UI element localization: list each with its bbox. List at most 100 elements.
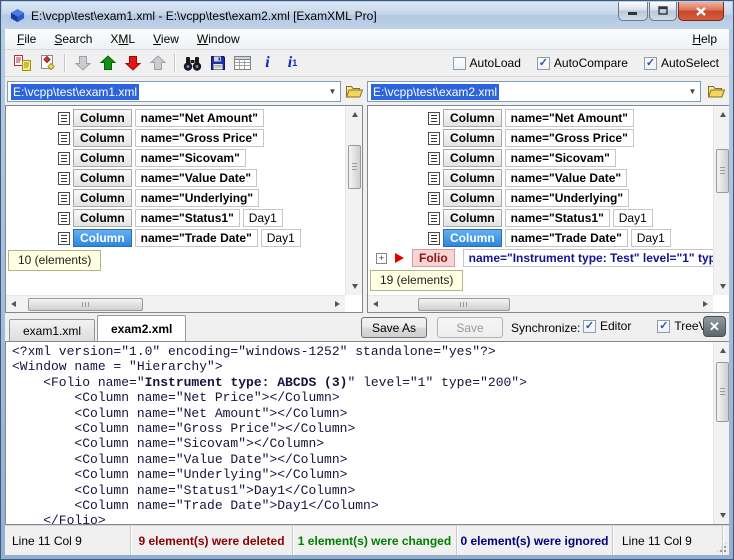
- node-tag[interactable]: Column: [73, 209, 132, 227]
- tree-node[interactable]: Columnname="Underlying": [428, 188, 629, 208]
- tree-node[interactable]: Columnname="Sicovam": [428, 148, 616, 168]
- menu-item-view[interactable]: View: [144, 30, 188, 48]
- right-vertical-scrollbar[interactable]: [713, 106, 729, 295]
- node-tag[interactable]: Column: [73, 149, 132, 167]
- tree-node[interactable]: Columnname="Gross Price": [58, 128, 264, 148]
- tree-node[interactable]: Columnname="Net Amount": [428, 108, 634, 128]
- scroll-down-arrow-icon[interactable]: [715, 279, 729, 294]
- menu-item-help[interactable]: Help: [683, 30, 726, 48]
- tree-node[interactable]: Columnname="Value Date": [58, 168, 257, 188]
- node-tag[interactable]: Column: [73, 189, 132, 207]
- checkbox-box[interactable]: [453, 57, 466, 70]
- report-table-icon[interactable]: [230, 52, 255, 74]
- left-vertical-scrollbar[interactable]: [345, 106, 362, 295]
- node-tag[interactable]: Column: [443, 109, 502, 127]
- scrollbar-thumb[interactable]: [716, 149, 729, 193]
- scroll-up-arrow-icon[interactable]: [347, 107, 362, 122]
- tree-node[interactable]: Columnname="Trade Date"Day1: [428, 228, 671, 248]
- left-open-folder-button[interactable]: [343, 82, 365, 101]
- compare-selected-button[interactable]: [35, 52, 60, 74]
- toolbar-autocompare-checkbox[interactable]: ✓AutoCompare: [537, 56, 628, 70]
- sync-editor-checkbox[interactable]: ✓Editor: [583, 319, 631, 333]
- node-tag[interactable]: Column: [73, 109, 132, 127]
- scrollbar-thumb[interactable]: [716, 362, 729, 422]
- scroll-right-arrow-icon[interactable]: [329, 297, 344, 312]
- tab-exam2-xml[interactable]: exam2.xml: [97, 315, 186, 341]
- save-as-button[interactable]: Save As: [361, 317, 427, 338]
- next-difference-down-arrow-icon[interactable]: [120, 52, 145, 74]
- right-horizontal-scrollbar[interactable]: [368, 295, 713, 312]
- chevron-down-icon[interactable]: ▼: [685, 87, 700, 96]
- save-floppy-icon[interactable]: [205, 52, 230, 74]
- tab-exam1-xml[interactable]: exam1.xml: [9, 319, 95, 341]
- node-tag[interactable]: Folio: [412, 249, 455, 267]
- node-tag[interactable]: Column: [443, 189, 502, 207]
- left-tree-pane[interactable]: Columnname="Net Amount"Columnname="Gross…: [5, 105, 363, 313]
- maximize-button[interactable]: [649, 2, 677, 21]
- menu-item-window[interactable]: Window: [188, 30, 249, 48]
- tree-node[interactable]: Columnname="Net Amount": [58, 108, 264, 128]
- tree-node[interactable]: Columnname="Sicovam": [58, 148, 246, 168]
- node-tag[interactable]: Column: [443, 209, 502, 227]
- scrollbar-thumb[interactable]: [28, 298, 143, 311]
- info-extended-icon[interactable]: i1: [280, 52, 305, 74]
- menu-item-search[interactable]: Search: [45, 30, 101, 48]
- toolbar-autoselect-checkbox[interactable]: ✓AutoSelect: [644, 56, 719, 70]
- tree-node[interactable]: Columnname="Status1"Day1: [428, 208, 653, 228]
- scroll-up-arrow-icon[interactable]: [715, 107, 729, 122]
- caption-buttons: [617, 2, 724, 21]
- chevron-down-icon[interactable]: ▼: [325, 87, 340, 96]
- node-tag[interactable]: Column: [443, 169, 502, 187]
- tree-node[interactable]: Columnname="Gross Price": [428, 128, 634, 148]
- tree-node[interactable]: +Folioname="Instrument type: Test" level…: [376, 248, 729, 268]
- find-binoculars-icon[interactable]: [180, 52, 205, 74]
- node-tag[interactable]: Column: [443, 149, 502, 167]
- node-tag[interactable]: Column: [73, 129, 132, 147]
- toolbar-autoload-checkbox[interactable]: AutoLoad: [453, 56, 521, 70]
- previous-difference-up-arrow-icon[interactable]: [95, 52, 120, 74]
- scroll-left-arrow-icon[interactable]: [369, 297, 384, 312]
- checkbox-box[interactable]: ✓: [657, 320, 670, 333]
- xml-source-code[interactable]: <?xml version="1.0" encoding="windows-12…: [12, 344, 710, 525]
- checkbox-box[interactable]: ✓: [583, 320, 596, 333]
- node-tag[interactable]: Column: [443, 129, 502, 147]
- minimize-button[interactable]: [618, 2, 648, 21]
- right-open-folder-button[interactable]: [705, 82, 727, 101]
- node-tag[interactable]: Column: [443, 229, 502, 247]
- scroll-right-arrow-icon[interactable]: [697, 297, 712, 312]
- expand-plus-icon[interactable]: +: [376, 253, 387, 264]
- element-document-icon: [428, 192, 440, 205]
- left-horizontal-scrollbar[interactable]: [6, 295, 345, 312]
- scrollbar-thumb[interactable]: [348, 145, 361, 189]
- editor-vertical-scrollbar[interactable]: [713, 342, 729, 524]
- scroll-down-arrow-icon[interactable]: [715, 508, 729, 523]
- move-down-disabled-arrow-icon[interactable]: [70, 52, 95, 74]
- scroll-down-arrow-icon[interactable]: [347, 279, 362, 294]
- right-tree-pane[interactable]: Columnname="Net Amount"Columnname="Gross…: [367, 105, 729, 313]
- checkbox-box[interactable]: ✓: [644, 57, 657, 70]
- menu-item-file[interactable]: File: [8, 30, 45, 48]
- scroll-up-arrow-icon[interactable]: [715, 343, 729, 358]
- checkbox-box[interactable]: ✓: [537, 57, 550, 70]
- scrollbar-thumb[interactable]: [418, 298, 510, 311]
- tree-node[interactable]: Columnname="Trade Date"Day1: [58, 228, 301, 248]
- left-file-path-combobox[interactable]: E:\vcpp\test\exam1.xml ▼: [7, 81, 341, 102]
- xml-source-editor[interactable]: <?xml version="1.0" encoding="windows-12…: [5, 341, 729, 525]
- close-editor-button[interactable]: ✕: [703, 316, 726, 337]
- file-path-row: E:\vcpp\test\exam1.xml ▼ E:\vcpp\test\ex…: [5, 77, 729, 105]
- scroll-left-arrow-icon[interactable]: [7, 297, 22, 312]
- compare-documents-button[interactable]: [10, 52, 35, 74]
- menu-item-xml[interactable]: XML: [101, 30, 144, 48]
- tree-node[interactable]: Columnname="Status1"Day1: [58, 208, 283, 228]
- node-value: Day1: [243, 209, 283, 227]
- close-button[interactable]: [678, 2, 724, 21]
- info-icon[interactable]: i: [255, 52, 280, 74]
- tree-node[interactable]: Columnname="Underlying": [58, 188, 259, 208]
- node-tag[interactable]: Column: [73, 229, 132, 247]
- move-up-disabled-arrow-icon[interactable]: [145, 52, 170, 74]
- title-bar[interactable]: E:\vcpp\test\exam1.xml - E:\vcpp\test\ex…: [2, 2, 732, 29]
- tree-node[interactable]: Columnname="Value Date": [428, 168, 627, 188]
- node-tag[interactable]: Column: [73, 169, 132, 187]
- right-file-path-combobox[interactable]: E:\vcpp\test\exam2.xml ▼: [367, 81, 701, 102]
- node-attributes: name="Status1": [505, 209, 610, 227]
